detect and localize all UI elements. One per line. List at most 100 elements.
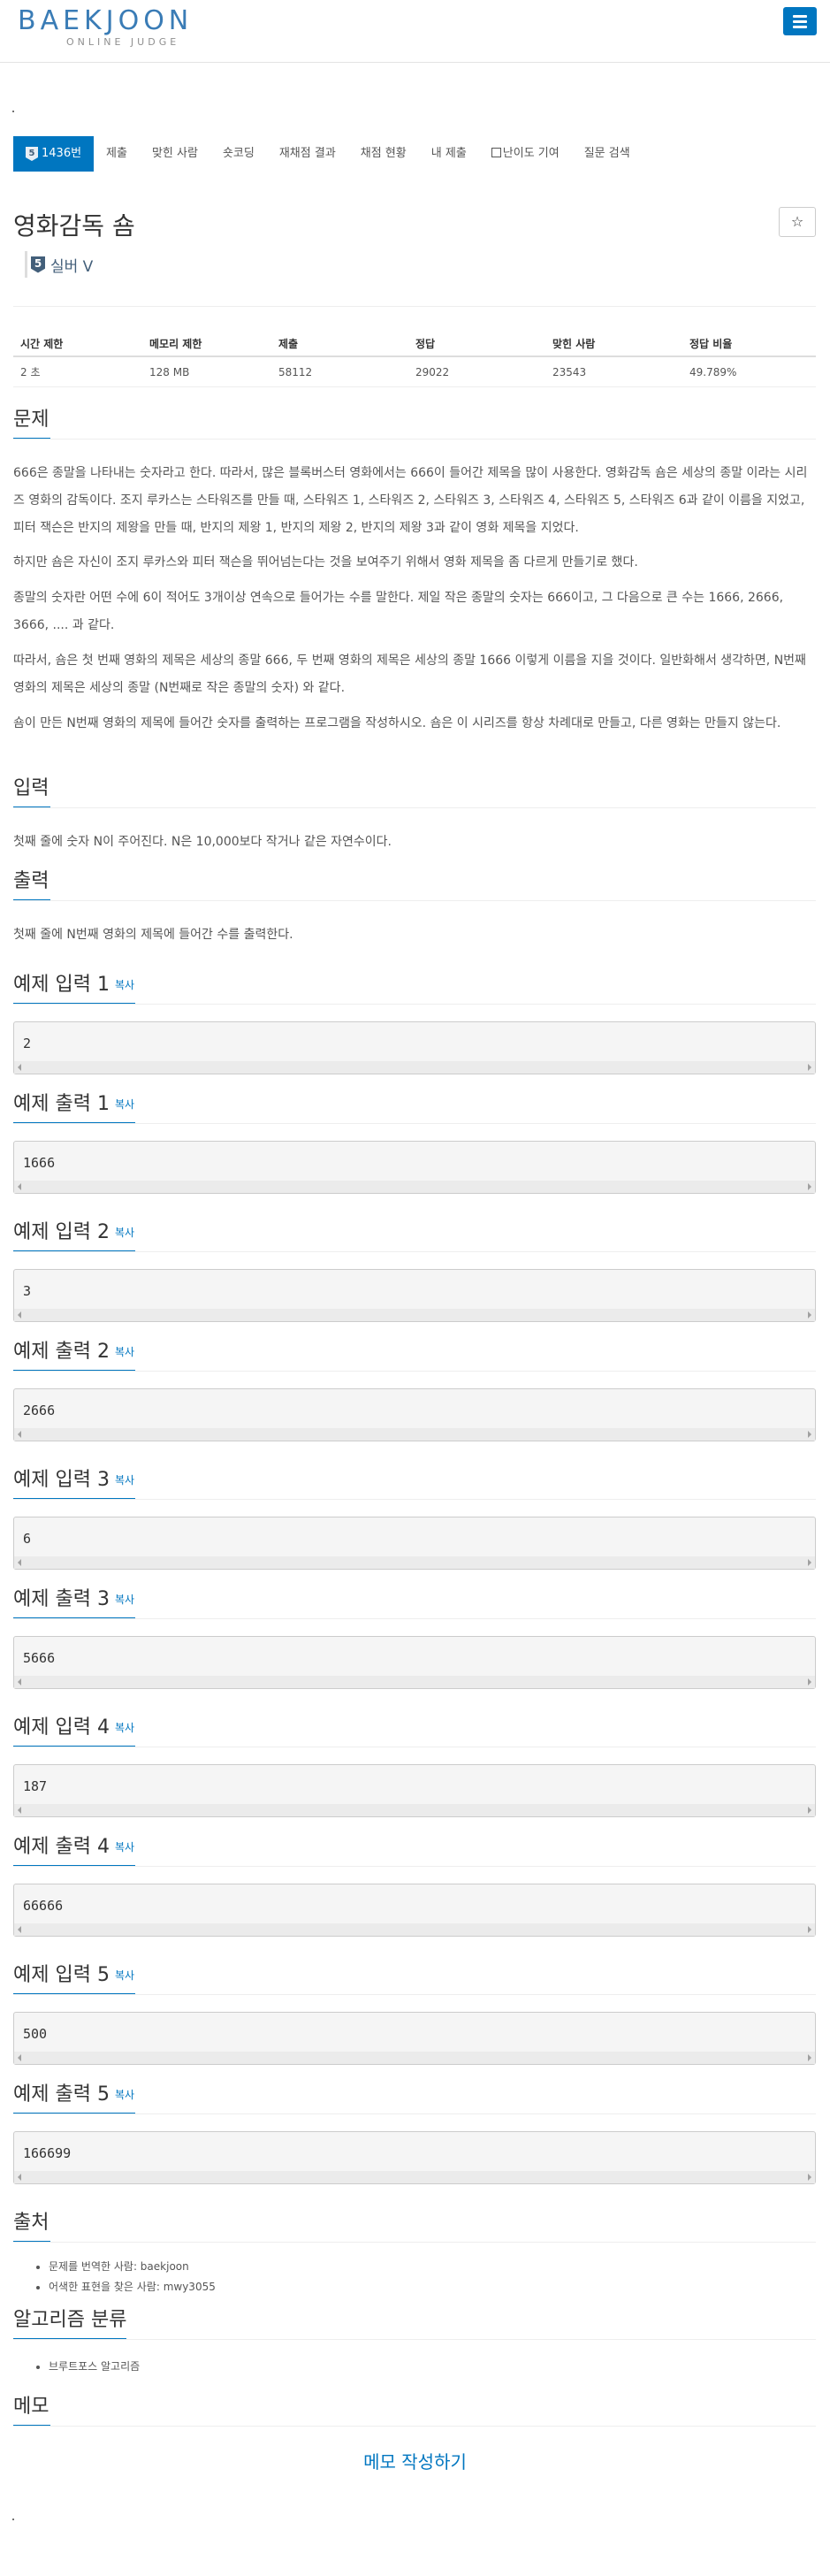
horizontal-scrollbar[interactable]: [14, 1309, 815, 1321]
scroll-left-icon[interactable]: [18, 1311, 21, 1319]
info-header-cell: 메모리 제한: [149, 337, 202, 350]
sample-output-box[interactable]: 1666: [13, 1141, 816, 1194]
site-logo[interactable]: BAEKJOON ONLINE JUDGE: [18, 5, 247, 49]
horizontal-scrollbar[interactable]: [14, 1804, 815, 1816]
horizontal-scrollbar[interactable]: [14, 1556, 815, 1569]
tab-problem[interactable]: 5 1436번: [13, 136, 95, 172]
hamburger-menu-button[interactable]: [783, 7, 817, 35]
scroll-right-icon[interactable]: [808, 1431, 811, 1438]
scroll-right-icon[interactable]: [808, 1311, 811, 1319]
tab-difficulty-contribute[interactable]: 난이도 기여: [479, 136, 572, 172]
input-description: 첫째 줄에 숫자 N이 주어진다. N은 10,000보다 작거나 같은 자연수…: [13, 835, 392, 849]
sample-input-box[interactable]: 2: [13, 1021, 816, 1074]
accept-ratio-value: 49.789%: [689, 365, 737, 378]
info-header-cell: 제출: [278, 337, 299, 350]
tab-solved-users[interactable]: 맞힌 사람: [140, 136, 210, 172]
tab-label: 1436번: [42, 147, 82, 160]
problem-paragraph-1: 666은 종말을 나타내는 숫자라고 한다. 따라서, 많은 블록버스터 영화에…: [13, 466, 808, 535]
scroll-left-icon[interactable]: [18, 2174, 21, 2181]
problem-tabs: 5 1436번 제출 맞힌 사람 숏코딩 재채점 결과 채점 현황 내 제출 난…: [13, 136, 643, 172]
tab-short-coding[interactable]: 숏코딩: [210, 136, 267, 172]
logo-subtitle: ONLINE JUDGE: [66, 36, 180, 48]
scroll-right-icon[interactable]: [808, 1926, 811, 1933]
copy-button[interactable]: 복사: [115, 1346, 134, 1358]
sample-output-box[interactable]: 66666: [13, 1884, 816, 1937]
copy-button[interactable]: 복사: [115, 1098, 134, 1111]
silver5-tier-icon: 5: [31, 256, 45, 273]
memo-section-title: 메모: [13, 2390, 50, 2427]
sample-input-box[interactable]: 3: [13, 1269, 816, 1322]
info-header-cell: 정답: [415, 337, 436, 350]
tab-rejudge-result[interactable]: 재채점 결과: [267, 136, 348, 172]
scroll-left-icon[interactable]: [18, 1807, 21, 1814]
logo-text: BAEKJOON: [18, 5, 194, 36]
copy-button[interactable]: 복사: [115, 1841, 134, 1854]
horizontal-scrollbar[interactable]: [14, 1923, 815, 1936]
favorite-star-button[interactable]: ☆: [779, 207, 816, 237]
sample-output-box[interactable]: 2666: [13, 1388, 816, 1441]
time-limit-value: 2 초: [20, 366, 41, 378]
solved-users-value[interactable]: 23543: [545, 366, 682, 378]
scroll-right-icon[interactable]: [808, 1678, 811, 1685]
write-memo-link[interactable]: 메모 작성하기: [0, 2448, 830, 2473]
scroll-left-icon[interactable]: [18, 1559, 21, 1566]
stray-dot: [12, 111, 14, 112]
scroll-right-icon[interactable]: [808, 1559, 811, 1566]
algorithm-section-title: 알고리즘 분류: [13, 2304, 126, 2340]
source-item[interactable]: 어색한 표현을 찾은 사람: mwy3055: [49, 2277, 216, 2297]
scroll-right-icon[interactable]: [808, 2174, 811, 2181]
problem-info-table: 시간 제한 메모리 제한 제출 정답 맞힌 사람 정답 비율 2 초 128 M…: [13, 331, 816, 387]
source-item[interactable]: 문제를 번역한 사람: baekjoon: [49, 2257, 216, 2277]
scroll-left-icon[interactable]: [18, 1431, 21, 1438]
info-header-cell: 시간 제한: [20, 337, 64, 350]
tab-submit[interactable]: 제출: [94, 136, 140, 172]
sample-output-box[interactable]: 5666: [13, 1636, 816, 1689]
source-section-title: 출처: [13, 2206, 50, 2243]
tab-my-submissions[interactable]: 내 제출: [419, 136, 479, 172]
copy-button[interactable]: 복사: [115, 1969, 134, 1982]
info-table-header: 시간 제한 메모리 제한 제출 정답 맞힌 사람 정답 비율: [13, 331, 816, 357]
horizontal-scrollbar[interactable]: [14, 1181, 815, 1193]
sample-title: 예제 입력 4 복사: [13, 1711, 135, 1747]
info-header-cell: 맞힌 사람: [552, 337, 596, 350]
problem-tier[interactable]: 5 실버 V: [25, 251, 93, 278]
sample-title: 예제 출력 4 복사: [13, 1831, 135, 1867]
external-link-icon: [491, 148, 501, 157]
info-header-cell: 정답 비율: [689, 337, 733, 350]
horizontal-scrollbar[interactable]: [14, 1061, 815, 1074]
tab-question-search[interactable]: 질문 검색: [572, 136, 643, 172]
horizontal-scrollbar[interactable]: [14, 1676, 815, 1688]
scroll-left-icon[interactable]: [18, 1064, 21, 1071]
sample-output-box[interactable]: 166699: [13, 2131, 816, 2184]
copy-button[interactable]: 복사: [115, 2089, 134, 2101]
scroll-left-icon[interactable]: [18, 1678, 21, 1685]
scroll-left-icon[interactable]: [18, 1926, 21, 1933]
problem-paragraph-4: 따라서, 숌은 첫 번째 영화의 제목은 세상의 종말 666, 두 번째 영화…: [13, 654, 806, 695]
sample-input-box[interactable]: 6: [13, 1517, 816, 1570]
copy-button[interactable]: 복사: [115, 1594, 134, 1606]
copy-button[interactable]: 복사: [115, 979, 134, 991]
scroll-left-icon[interactable]: [18, 1183, 21, 1190]
sample-title: 예제 출력 2 복사: [13, 1335, 135, 1372]
horizontal-scrollbar[interactable]: [14, 2052, 815, 2064]
algorithm-tag[interactable]: 브루트포스 알고리즘: [49, 2357, 140, 2377]
sample-input-box[interactable]: 500: [13, 2012, 816, 2065]
sample-title: 예제 출력 1 복사: [13, 1088, 135, 1124]
scroll-right-icon[interactable]: [808, 2054, 811, 2061]
copy-button[interactable]: 복사: [115, 1227, 134, 1239]
scroll-right-icon[interactable]: [808, 1807, 811, 1814]
copy-button[interactable]: 복사: [115, 1474, 134, 1487]
sample-input-box[interactable]: 187: [13, 1764, 816, 1817]
horizontal-scrollbar[interactable]: [14, 1428, 815, 1441]
scroll-left-icon[interactable]: [18, 2054, 21, 2061]
copy-button[interactable]: 복사: [115, 1722, 134, 1734]
scroll-right-icon[interactable]: [808, 1064, 811, 1071]
sample-title: 예제 입력 3 복사: [13, 1464, 135, 1500]
site-header: BAEKJOON ONLINE JUDGE: [0, 0, 830, 63]
sample-title: 예제 입력 2 복사: [13, 1216, 135, 1252]
submissions-value[interactable]: 58112: [271, 366, 408, 378]
tab-status[interactable]: 채점 현황: [348, 136, 419, 172]
problem-paragraph-3: 종말의 숫자란 어떤 수에 6이 적어도 3개이상 연속으로 들어가는 수를 말…: [13, 591, 784, 632]
horizontal-scrollbar[interactable]: [14, 2171, 815, 2183]
scroll-right-icon[interactable]: [808, 1183, 811, 1190]
